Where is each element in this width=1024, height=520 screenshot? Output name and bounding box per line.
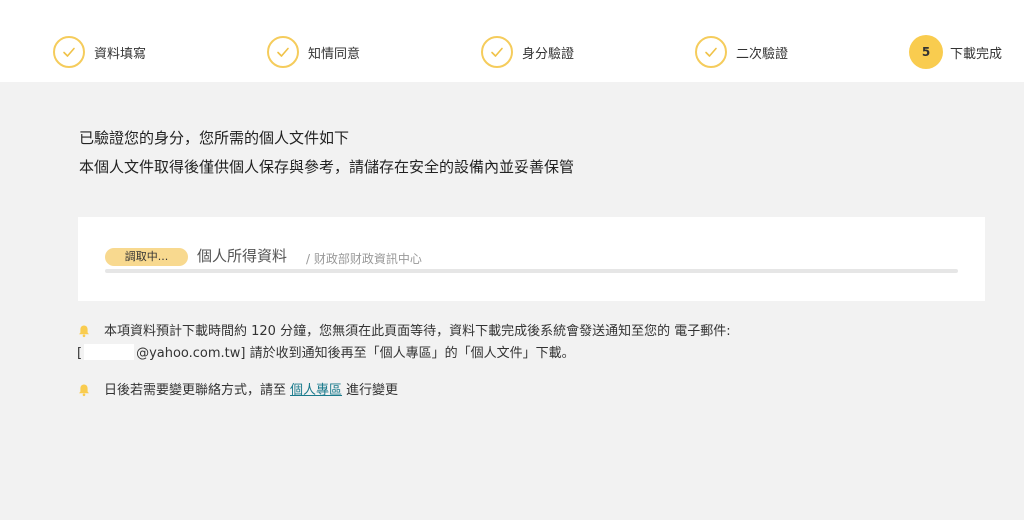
progress-stepper: 資料填寫 知情同意 身分驗證 二次驗證 5 下載完成 bbox=[0, 0, 1024, 82]
step-check-icon bbox=[267, 36, 299, 68]
notice-contact-line: 日後若需要變更聯絡方式，請至 個人專區 進行變更 bbox=[104, 380, 398, 402]
step-second-verification: 二次驗證 bbox=[695, 34, 788, 70]
step-consent: 知情同意 bbox=[267, 34, 360, 70]
document-source: / 财政部财政資訊中心 bbox=[306, 252, 422, 266]
step-download-complete: 5 下載完成 bbox=[909, 34, 1002, 70]
intro-line-usage-note: 本個人文件取得後僅供個人保存與參考，請儲存在安全的設備內並妥善保管 bbox=[79, 158, 575, 176]
step-label: 二次驗證 bbox=[736, 46, 789, 62]
step-label: 下載完成 bbox=[950, 46, 1003, 62]
personal-area-link[interactable]: 個人專區 bbox=[290, 383, 342, 398]
document-name: 個人所得資料 bbox=[197, 247, 288, 265]
notice-download-line1: 本項資料預計下載時間約 120 分鐘，您無須在此頁面等待，資料下載完成後系統會發… bbox=[104, 324, 731, 339]
email-bracket-open: [ bbox=[77, 346, 83, 361]
document-card: 調取中... 個人所得資料 / 财政部财政資訊中心 bbox=[78, 217, 985, 301]
notice-download-time: 本項資料預計下載時間約 120 分鐘，您無須在此頁面等待，資料下載完成後系統會發… bbox=[77, 321, 731, 365]
notice-contact-prefix: 日後若需要變更聯絡方式，請至 bbox=[104, 383, 287, 398]
intro-text: 已驗證您的身分，您所需的個人文件如下 本個人文件取得後僅供個人保存與參考，請儲存… bbox=[79, 124, 574, 182]
status-badge: 調取中... bbox=[105, 248, 188, 266]
notice-download-instruction: 請於收到通知後再至「個人專區」的「個人文件」下載。 bbox=[249, 346, 575, 361]
step-number: 5 bbox=[921, 45, 931, 59]
step-label: 知情同意 bbox=[308, 46, 361, 62]
bell-icon bbox=[79, 384, 89, 397]
step-label: 身分驗證 bbox=[522, 46, 575, 62]
notice-download-line2: [ @yahoo.com.tw] 請於收到通知後再至「個人專區」的「個人文件」下載… bbox=[77, 343, 731, 365]
notice-contact-suffix: 進行變更 bbox=[346, 383, 399, 398]
step-identity-verification: 身分驗證 bbox=[481, 34, 574, 70]
bell-icon bbox=[79, 325, 89, 338]
check-icon bbox=[277, 47, 289, 57]
notice-contact-change: 日後若需要變更聯絡方式，請至 個人專區 進行變更 bbox=[77, 380, 398, 402]
email-domain: @yahoo.com.tw] bbox=[136, 346, 246, 361]
step-label: 資料填寫 bbox=[94, 46, 147, 62]
download-progress-bar bbox=[105, 269, 958, 273]
check-icon bbox=[63, 47, 75, 57]
step-data-entry: 資料填寫 bbox=[53, 34, 146, 70]
intro-line-verified: 已驗證您的身分，您所需的個人文件如下 bbox=[79, 129, 350, 147]
check-icon bbox=[491, 47, 503, 57]
step-number-badge: 5 bbox=[909, 35, 943, 69]
check-icon bbox=[705, 47, 717, 57]
step-check-icon bbox=[53, 36, 85, 68]
step-check-icon bbox=[695, 36, 727, 68]
redacted-email-user bbox=[84, 344, 135, 360]
step-check-icon bbox=[481, 36, 513, 68]
